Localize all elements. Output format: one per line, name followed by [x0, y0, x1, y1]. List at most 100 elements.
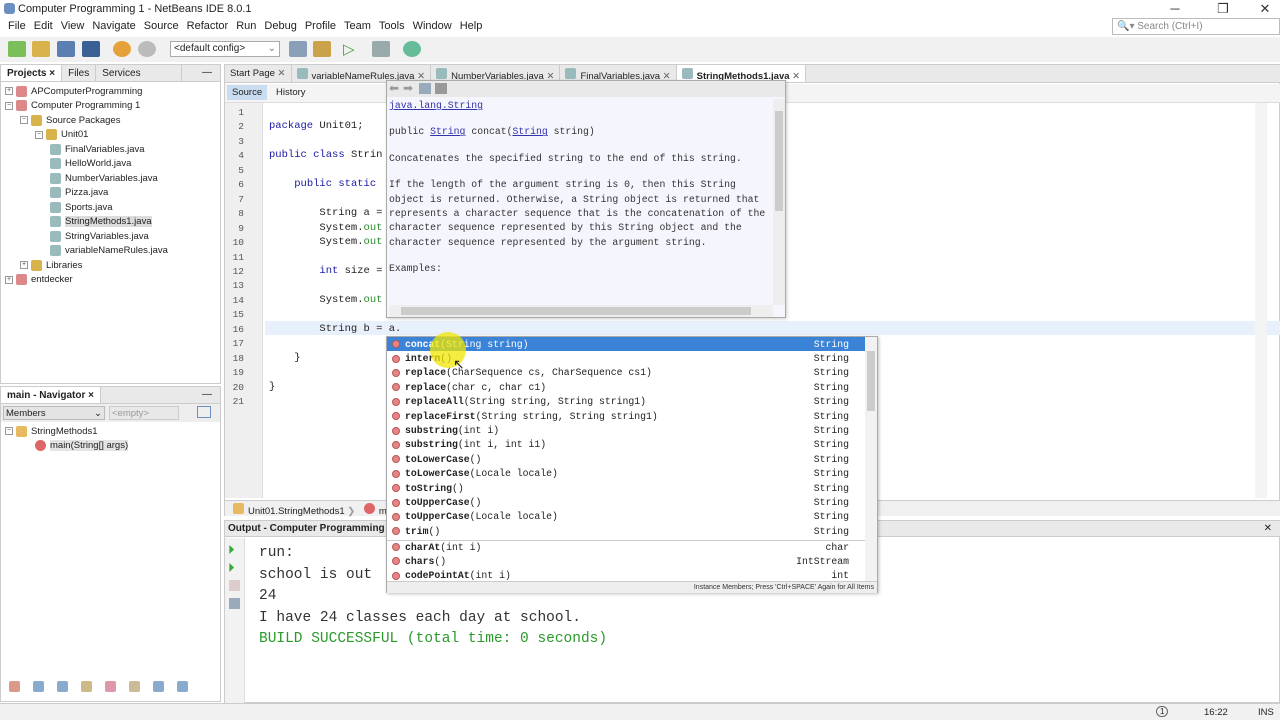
notifications-badge[interactable]: 1 — [1156, 706, 1169, 717]
completion-item[interactable]: toLowerCase() String — [387, 452, 865, 466]
filter-icon[interactable] — [9, 681, 20, 692]
return-type-link[interactable]: String — [430, 126, 465, 137]
menu-navigate[interactable]: Navigate — [88, 18, 139, 37]
open-project-icon[interactable] — [57, 41, 75, 57]
menu-file[interactable]: File — [4, 18, 30, 37]
completion-item[interactable]: toString() String — [387, 481, 865, 495]
open-in-browser-icon[interactable] — [419, 83, 431, 94]
profile-icon[interactable] — [403, 41, 421, 57]
tree-node[interactable]: variableNameRules.java — [5, 244, 216, 259]
empty-select[interactable]: <empty> — [109, 406, 179, 420]
tree-node[interactable]: Pizza.java — [5, 186, 216, 201]
static-icon[interactable] — [57, 681, 68, 692]
new-project-icon[interactable] — [32, 41, 50, 57]
completion-scrollbar[interactable] — [865, 337, 877, 581]
completion-item[interactable]: toLowerCase (Locale locale) String — [387, 467, 865, 481]
inherited-icon[interactable] — [105, 681, 116, 692]
completion-item[interactable]: replace (char c, char c1) String — [387, 380, 865, 394]
expand-icon[interactable]: + — [5, 87, 13, 96]
minimize-panel-button[interactable]: — — [194, 65, 220, 81]
navigator-options-icon[interactable] — [197, 406, 211, 418]
sort-source-icon[interactable] — [177, 681, 188, 692]
nav-method-node[interactable]: main(String[] args) — [5, 439, 216, 454]
config-select[interactable]: <default config> ⌄ — [170, 41, 280, 57]
tree-node[interactable]: + APComputerProgramming — [5, 84, 216, 99]
tree-node[interactable]: Sports.java — [5, 200, 216, 215]
sort-icon[interactable] — [129, 681, 140, 692]
completion-item[interactable]: substring (int i) String — [387, 423, 865, 437]
save-all-icon[interactable] — [82, 41, 100, 57]
completion-item[interactable]: replaceAll (String string, String string1… — [387, 395, 865, 409]
tree-node[interactable]: + Libraries — [5, 258, 216, 273]
menu-profile[interactable]: Profile — [301, 18, 340, 37]
maximize-button[interactable]: ❐ — [1208, 1, 1238, 17]
menu-window[interactable]: Window — [409, 18, 456, 37]
tab-projects[interactable]: Projects × — [1, 65, 63, 81]
tree-node[interactable]: StringMethods1.java — [5, 215, 216, 230]
expand-icon[interactable]: − — [35, 130, 43, 139]
close-tab-icon[interactable]: ✕ — [275, 68, 286, 79]
tree-node[interactable]: − Computer Programming 1 — [5, 99, 216, 114]
tab-services[interactable]: Services — [96, 65, 182, 81]
run-icon[interactable]: ▷ — [343, 40, 355, 58]
menu-team[interactable]: Team — [340, 18, 375, 37]
undo-icon[interactable] — [113, 41, 131, 57]
rerun-with-params-icon[interactable]: ⏵ — [228, 560, 235, 576]
editor-vertical-scrollbar[interactable] — [1255, 103, 1267, 498]
goto-source-icon[interactable] — [435, 83, 447, 94]
minimize-button[interactable]: ─ — [1160, 1, 1190, 17]
new-file-icon[interactable] — [8, 41, 26, 57]
tree-node[interactable]: NumberVariables.java — [5, 171, 216, 186]
completion-item[interactable]: charAt (int i) char — [387, 539, 865, 554]
close-window-button[interactable]: ✕ — [1250, 1, 1280, 17]
tab-files[interactable]: Files — [62, 65, 97, 81]
source-tab[interactable]: Source — [227, 85, 268, 100]
tree-node[interactable]: + entdecker — [5, 273, 216, 288]
expand-icon[interactable]: + — [5, 275, 13, 284]
completion-item[interactable]: substring (int i, int i1) String — [387, 438, 865, 452]
menu-debug[interactable]: Debug — [260, 18, 300, 37]
forward-icon[interactable]: ➡ — [403, 81, 413, 95]
menu-view[interactable]: View — [57, 18, 89, 37]
close-tab-icon[interactable]: ✕ — [790, 71, 800, 82]
settings-icon[interactable] — [229, 598, 240, 609]
expand-icon[interactable]: − — [20, 116, 28, 125]
javadoc-horizontal-scrollbar[interactable] — [389, 305, 773, 317]
nav-class-node[interactable]: − StringMethods1 — [5, 424, 216, 439]
clean-build-icon[interactable] — [313, 41, 331, 57]
completion-item[interactable]: chars() IntStream — [387, 554, 865, 568]
members-filter-select[interactable]: Members ⌄ — [3, 406, 105, 420]
sort-name-icon[interactable] — [153, 681, 164, 692]
editor-tab[interactable]: Start Page ✕ — [225, 65, 292, 82]
tree-node[interactable]: − Source Packages — [5, 113, 216, 128]
completion-item[interactable]: trim() String — [387, 524, 865, 538]
menu-help[interactable]: Help — [456, 18, 487, 37]
param-type-link[interactable]: String — [512, 126, 547, 137]
private-icon[interactable] — [81, 681, 92, 692]
build-icon[interactable] — [289, 41, 307, 57]
rerun-icon[interactable]: ⏵ — [228, 542, 235, 558]
back-icon[interactable]: ⬅ — [389, 81, 399, 95]
completion-item[interactable]: toUpperCase() String — [387, 495, 865, 509]
tree-node[interactable]: HelloWorld.java — [5, 157, 216, 172]
menu-run[interactable]: Run — [232, 18, 260, 37]
stop-icon[interactable] — [229, 580, 240, 591]
history-tab[interactable]: History — [271, 85, 311, 100]
search-input[interactable]: 🔍▾ Search (Ctrl+I) — [1112, 18, 1280, 35]
expand-icon[interactable]: + — [20, 261, 28, 270]
minimize-navigator-button[interactable]: — — [194, 387, 220, 403]
redo-icon[interactable] — [138, 41, 156, 57]
breadcrumb-class[interactable]: Unit01.StringMethods1 — [248, 506, 345, 517]
debug-icon[interactable] — [372, 41, 390, 57]
tab-navigator[interactable]: main - Navigator × — [1, 387, 101, 403]
menu-edit[interactable]: Edit — [30, 18, 57, 37]
fields-icon[interactable] — [33, 681, 44, 692]
completion-item[interactable]: toUpperCase (Locale locale) String — [387, 510, 865, 524]
expand-icon[interactable]: − — [5, 101, 13, 110]
menu-source[interactable]: Source — [140, 18, 183, 37]
close-output-button[interactable]: ✕ — [1264, 523, 1278, 534]
package-link[interactable]: java.lang.String — [389, 100, 483, 111]
menu-tools[interactable]: Tools — [375, 18, 409, 37]
menu-refactor[interactable]: Refactor — [183, 18, 233, 37]
tree-node[interactable]: − Unit01 — [5, 128, 216, 143]
